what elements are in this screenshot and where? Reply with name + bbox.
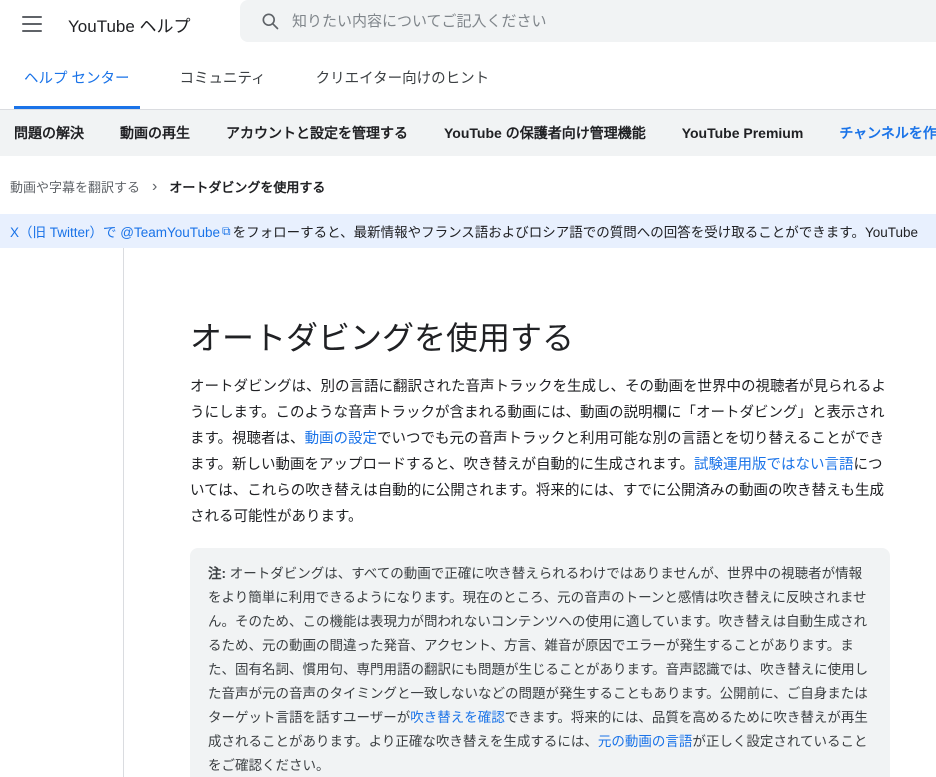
inline-link[interactable]: 吹き替えを確認 (410, 710, 505, 725)
top-bar: YouTube ヘルプ (0, 0, 936, 48)
tab-help-center[interactable]: ヘルプ センター (14, 48, 140, 109)
tab-creator-tips[interactable]: クリエイター向けのヒント (306, 48, 499, 109)
article-intro: オートダビングは、別の言語に翻訳された音声トラックを生成し、その動画を世界中の視… (190, 374, 890, 530)
nav-item-troubleshoot[interactable]: 問題の解決 (14, 123, 84, 143)
nav-item-create-channel[interactable]: チャンネルを作成する (839, 123, 936, 143)
category-nav: 問題の解決 動画の再生 アカウントと設定を管理する YouTube の保護者向け… (0, 110, 936, 156)
nav-item-parental-controls[interactable]: YouTube の保護者向け管理機能 (444, 123, 646, 143)
tab-community[interactable]: コミュニティ (170, 48, 276, 109)
breadcrumb-current: オートダビングを使用する (169, 177, 325, 196)
text-segment: 注: (208, 566, 226, 581)
page-title: オートダビングを使用する (190, 318, 890, 358)
inline-link[interactable]: 元の動画の言語 (598, 734, 693, 749)
inline-link[interactable]: X（旧 Twitter）で @TeamYouTube (10, 221, 220, 241)
nav-item-premium[interactable]: YouTube Premium (682, 125, 804, 141)
nav-item-account-settings[interactable]: アカウントと設定を管理する (226, 123, 408, 143)
nav-item-playback[interactable]: 動画の再生 (120, 123, 190, 143)
youtube-help-page: { "colors": { "accent": "#1a73e8", "bann… (0, 0, 936, 777)
app-title[interactable]: YouTube ヘルプ (68, 12, 191, 37)
text-segment: をフォローすると、最新情報やフランス語およびロシア語での質問への回答を受け取るこ… (233, 221, 918, 241)
external-link-icon[interactable]: ⧉ (222, 224, 231, 239)
inline-link[interactable]: 試験運用版ではない言語 (694, 457, 854, 473)
menu-icon[interactable] (22, 16, 42, 32)
notice-banner: X（旧 Twitter）で @TeamYouTube⧉ をフォローすると、最新情… (0, 214, 936, 248)
search-bar[interactable] (240, 0, 936, 42)
inline-link[interactable]: 動画の設定 (305, 431, 378, 447)
breadcrumb-parent-link[interactable]: 動画や字幕を翻訳する (10, 177, 140, 196)
note-box: 注: オートダビングは、すべての動画で正確に吹き替えられるわけではありませんが、… (190, 548, 890, 777)
help-article: オートダビングを使用する オートダビングは、別の言語に翻訳された音声トラックを生… (190, 318, 890, 777)
chevron-right-icon: › (152, 179, 157, 195)
primary-tabs: ヘルプ センター コミュニティ クリエイター向けのヒント (0, 48, 936, 110)
main-content: オートダビングを使用する オートダビングは、別の言語に翻訳された音声トラックを生… (123, 248, 936, 777)
text-segment: オートダビングは、すべての動画で正確に吹き替えられるわけではありませんが、世界中… (208, 566, 868, 725)
breadcrumb: 動画や字幕を翻訳する › オートダビングを使用する (0, 156, 936, 214)
search-input[interactable] (292, 13, 922, 30)
search-icon (260, 11, 280, 31)
